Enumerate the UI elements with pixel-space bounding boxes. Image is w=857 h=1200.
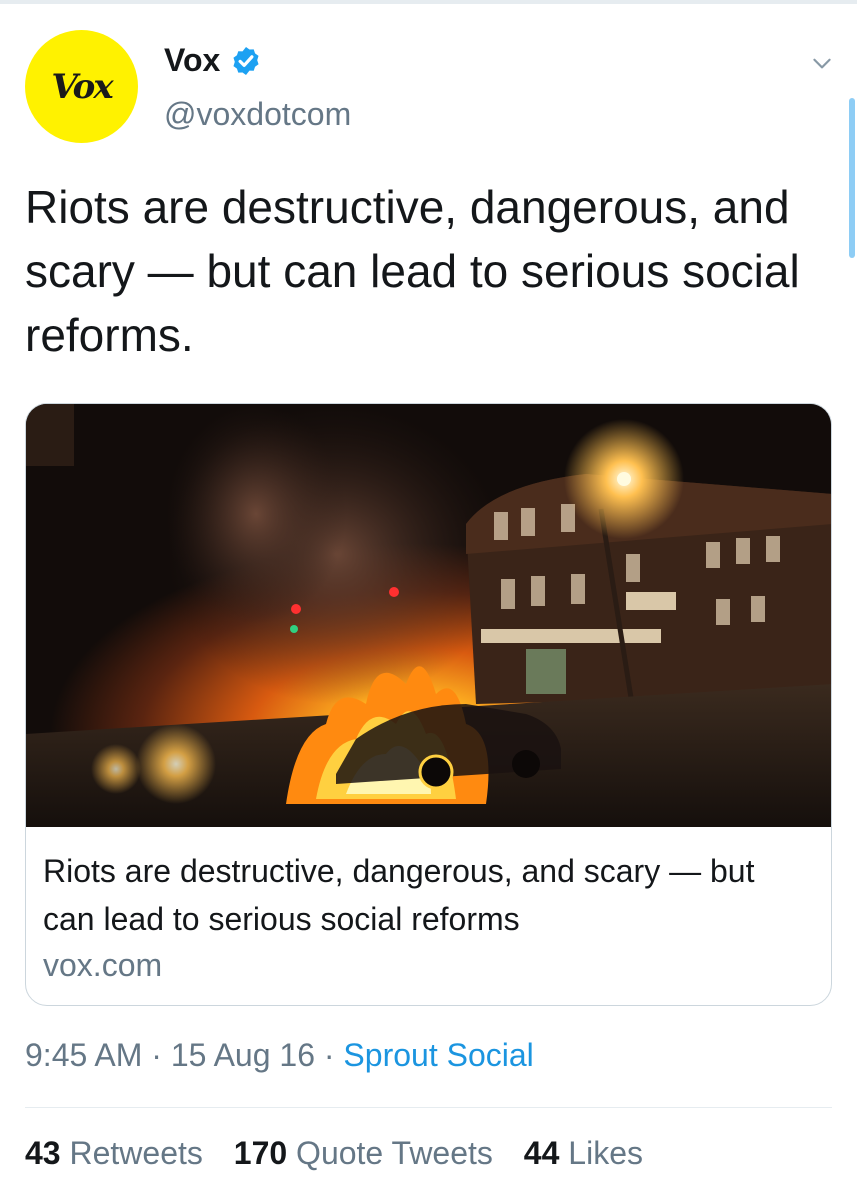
card-title[interactable]: Riots are destructive, dangerous, and sc…: [43, 847, 813, 943]
tweet-date[interactable]: 15 Aug 16: [171, 1037, 315, 1073]
tweet-header: Vox Vox @voxdotcom: [25, 30, 835, 145]
quote-tweets-count: 170: [233, 1135, 288, 1171]
name-row[interactable]: Vox: [164, 42, 262, 79]
retweets-count: 43: [25, 1135, 61, 1171]
tweet-text: Riots are destructive, dangerous, and sc…: [25, 181, 800, 361]
account-handle[interactable]: @voxdotcom: [164, 96, 351, 133]
chevron-down-icon[interactable]: [809, 50, 835, 76]
tweet-stats: 43 Retweets 170 Quote Tweets 44 Likes: [25, 1135, 665, 1172]
scrollbar[interactable]: [849, 98, 855, 258]
meta-separator: ·: [151, 1037, 162, 1073]
tweet-metadata: 9:45 AM · 15 Aug 16 · Sprout Social: [25, 1037, 534, 1074]
likes-stat[interactable]: 44 Likes: [524, 1135, 643, 1172]
verified-badge-icon: [233, 46, 259, 75]
retweets-stat[interactable]: 43 Retweets: [25, 1135, 203, 1172]
meta-separator: ·: [323, 1037, 335, 1073]
tweet-time[interactable]: 9:45 AM: [25, 1037, 142, 1073]
retweets-label: Retweets: [69, 1135, 203, 1171]
quote-tweets-stat[interactable]: 170 Quote Tweets: [234, 1135, 493, 1172]
display-name[interactable]: Vox: [164, 42, 220, 79]
card-photo[interactable]: [26, 404, 832, 827]
likes-label: Likes: [568, 1135, 643, 1171]
likes-count: 44: [523, 1135, 560, 1171]
link-card[interactable]: Riots are destructive, dangerous, and sc…: [25, 403, 832, 1006]
stats-divider: [25, 1107, 832, 1108]
avatar[interactable]: Vox: [25, 30, 138, 143]
top-divider: [0, 0, 857, 4]
avatar-logo-text: Vox: [51, 66, 113, 107]
tweet-source-link[interactable]: Sprout Social: [343, 1037, 533, 1073]
quote-tweets-label: Quote Tweets: [296, 1135, 493, 1171]
card-domain[interactable]: vox.com: [43, 947, 162, 984]
